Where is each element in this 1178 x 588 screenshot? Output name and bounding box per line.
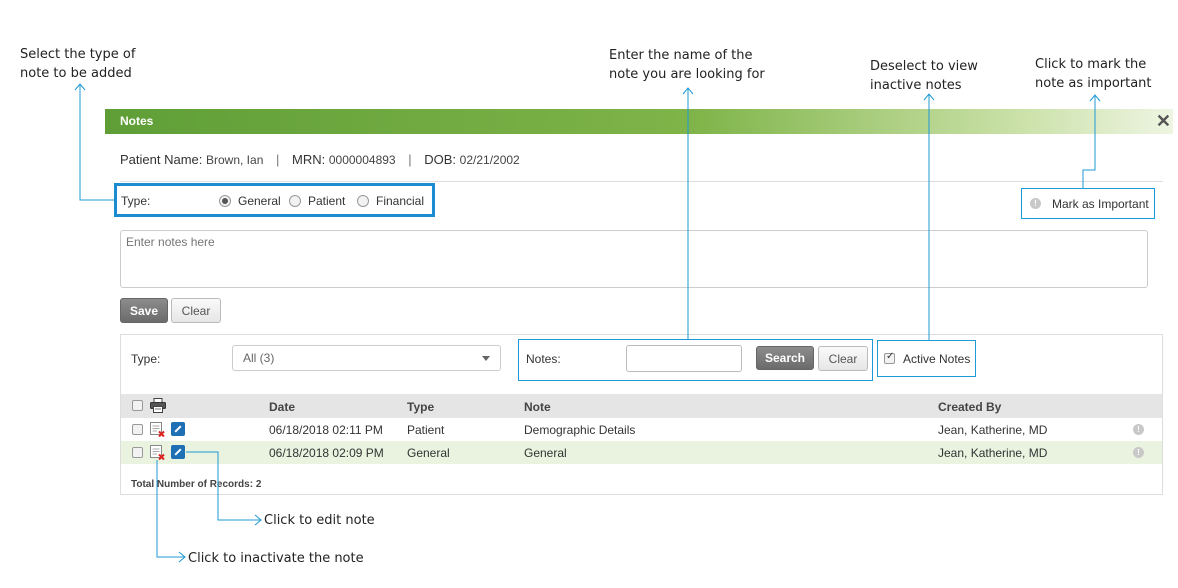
save-button[interactable]: Save xyxy=(120,298,168,323)
row-date: 06/18/2018 02:09 PM xyxy=(269,446,384,460)
dialog-titlebar: Notes ✕ xyxy=(105,109,1173,134)
table-row[interactable]: 06/18/2018 02:09 PM General General Jean… xyxy=(121,441,1162,464)
chevron-down-icon xyxy=(482,356,490,361)
table-row[interactable]: 06/18/2018 02:11 PM Patient Demographic … xyxy=(121,418,1162,441)
col-date[interactable]: Date xyxy=(269,400,295,414)
patient-name: Brown, Ian xyxy=(206,153,264,167)
clear-button[interactable]: Clear xyxy=(171,298,221,323)
radio-financial-label: Financial xyxy=(376,194,425,208)
active-notes-toggle[interactable]: Active Notes xyxy=(877,340,976,377)
active-notes-checkbox[interactable] xyxy=(884,351,895,364)
separator: | xyxy=(408,152,412,167)
total-records: Total Number of Records: 2 xyxy=(131,479,262,490)
callout-deselect: Deselect to view inactive notes xyxy=(870,59,978,93)
radio-financial-icon xyxy=(357,195,369,207)
notes-search-input[interactable] xyxy=(626,345,742,372)
callout-edit: Click to edit note xyxy=(264,513,375,528)
row-created-by: Jean, Katherine, MD xyxy=(938,423,1048,437)
important-flag-icon[interactable]: ! xyxy=(1133,424,1144,435)
notes-search-label: Notes: xyxy=(526,352,561,366)
dob-value: 02/21/2002 xyxy=(459,153,520,167)
active-notes-label: Active Notes xyxy=(903,351,971,366)
callout-type-note: Select the type of note to be added xyxy=(20,47,136,81)
callout-important: Click to mark the note as important xyxy=(1035,57,1152,91)
radio-general-icon xyxy=(219,195,231,207)
note-type-selector: Type: General Patient Financial xyxy=(114,183,435,217)
info-icon: ! xyxy=(1030,198,1041,209)
patient-name-label: Patient Name: xyxy=(120,152,203,167)
table-header: Date Type Note Created By xyxy=(121,394,1162,418)
type-filter-value: All (3) xyxy=(243,351,275,365)
row-note: Demographic Details xyxy=(524,423,636,437)
divider xyxy=(120,181,1163,182)
col-created-by[interactable]: Created By xyxy=(938,400,1001,414)
radio-general-label: General xyxy=(238,194,281,208)
dialog-title: Notes xyxy=(120,114,154,128)
radio-patient-icon xyxy=(289,195,301,207)
separator: | xyxy=(276,152,280,167)
search-button[interactable]: Search xyxy=(756,346,814,370)
mark-important-label: Mark as Important xyxy=(1052,196,1149,211)
notes-input[interactable] xyxy=(120,230,1148,288)
edit-note-icon[interactable] xyxy=(171,422,185,436)
row-checkbox[interactable] xyxy=(132,424,143,435)
row-checkbox[interactable] xyxy=(132,447,143,458)
type-filter-select[interactable]: All (3) xyxy=(232,345,501,371)
radio-general[interactable]: General xyxy=(219,194,281,208)
patient-info: Patient Name: Brown, Ian | MRN: 00000048… xyxy=(120,152,520,167)
row-type: Patient xyxy=(407,423,445,437)
callout-search-name: Enter the name of the note you are looki… xyxy=(609,48,765,82)
row-type: General xyxy=(407,446,450,460)
printer-icon[interactable] xyxy=(150,398,166,413)
edit-note-icon[interactable] xyxy=(171,445,185,459)
radio-patient[interactable]: Patient xyxy=(289,194,345,208)
close-icon[interactable]: ✕ xyxy=(1156,111,1171,131)
important-flag-icon[interactable]: ! xyxy=(1133,447,1144,458)
type-label: Type: xyxy=(121,194,151,208)
search-clear-button[interactable]: Clear xyxy=(818,346,868,371)
select-all-checkbox[interactable] xyxy=(132,400,143,411)
filter-type-label: Type: xyxy=(131,352,161,366)
row-date: 06/18/2018 02:11 PM xyxy=(269,423,383,437)
inactivate-note-icon[interactable] xyxy=(150,422,165,437)
radio-patient-label: Patient xyxy=(308,194,346,208)
callout-inactivate: Click to inactivate the note xyxy=(188,551,364,566)
col-note[interactable]: Note xyxy=(524,400,551,414)
mark-important-button[interactable]: ! Mark as Important xyxy=(1021,188,1155,219)
dob-label: DOB: xyxy=(424,152,457,167)
col-type[interactable]: Type xyxy=(407,400,434,414)
mrn-label: MRN: xyxy=(292,152,326,167)
mrn-value: 0000004893 xyxy=(328,153,396,167)
radio-financial[interactable]: Financial xyxy=(357,194,424,208)
row-note: General xyxy=(524,446,567,460)
inactivate-note-icon[interactable] xyxy=(150,445,165,460)
row-created-by: Jean, Katherine, MD xyxy=(938,446,1048,460)
callout-connectors xyxy=(74,83,1101,563)
